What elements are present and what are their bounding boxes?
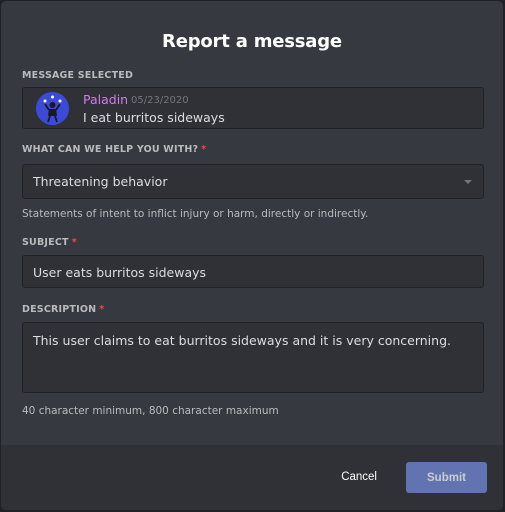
subject-label-text: SUBJECT: [22, 237, 69, 248]
message-selected-label: MESSAGE SELECTED: [22, 70, 134, 81]
description-textarea[interactable]: This user claims to eat burritos sideway…: [22, 322, 484, 393]
reason-select[interactable]: Threatening behavior: [22, 164, 484, 199]
required-marker: *: [99, 304, 105, 315]
cancel-button[interactable]: Cancel: [335, 470, 383, 484]
chevron-down-icon: [464, 180, 472, 184]
required-marker: *: [71, 237, 77, 248]
required-marker: *: [201, 144, 207, 155]
submit-button[interactable]: Submit: [406, 462, 487, 493]
description-label: DESCRIPTION *: [22, 304, 104, 315]
reason-selected-value: Threatening behavior: [33, 174, 168, 189]
selected-message-preview: Paladin 05/23/2020 I eat burritos sidewa…: [22, 87, 484, 129]
juggler-avatar-icon: [36, 92, 69, 125]
modal-title: Report a message: [162, 31, 342, 52]
description-hint: 40 character minimum, 800 character maxi…: [22, 405, 279, 417]
subject-label: SUBJECT *: [22, 237, 77, 248]
reason-label: WHAT CAN WE HELP YOU WITH? *: [22, 144, 206, 155]
description-label-text: DESCRIPTION: [22, 304, 97, 315]
report-message-modal: Report a message MESSAGE SELECTED Paladi…: [1, 1, 503, 510]
message-text: I eat burritos sideways: [83, 110, 225, 125]
reason-label-text: WHAT CAN WE HELP YOU WITH?: [22, 144, 199, 155]
modal-footer: Cancel Submit: [1, 445, 503, 510]
subject-input[interactable]: User eats burritos sideways: [22, 255, 484, 288]
message-author: Paladin: [83, 92, 129, 107]
reason-hint: Statements of intent to inflict injury o…: [22, 208, 369, 220]
message-timestamp: 05/23/2020: [131, 95, 189, 106]
